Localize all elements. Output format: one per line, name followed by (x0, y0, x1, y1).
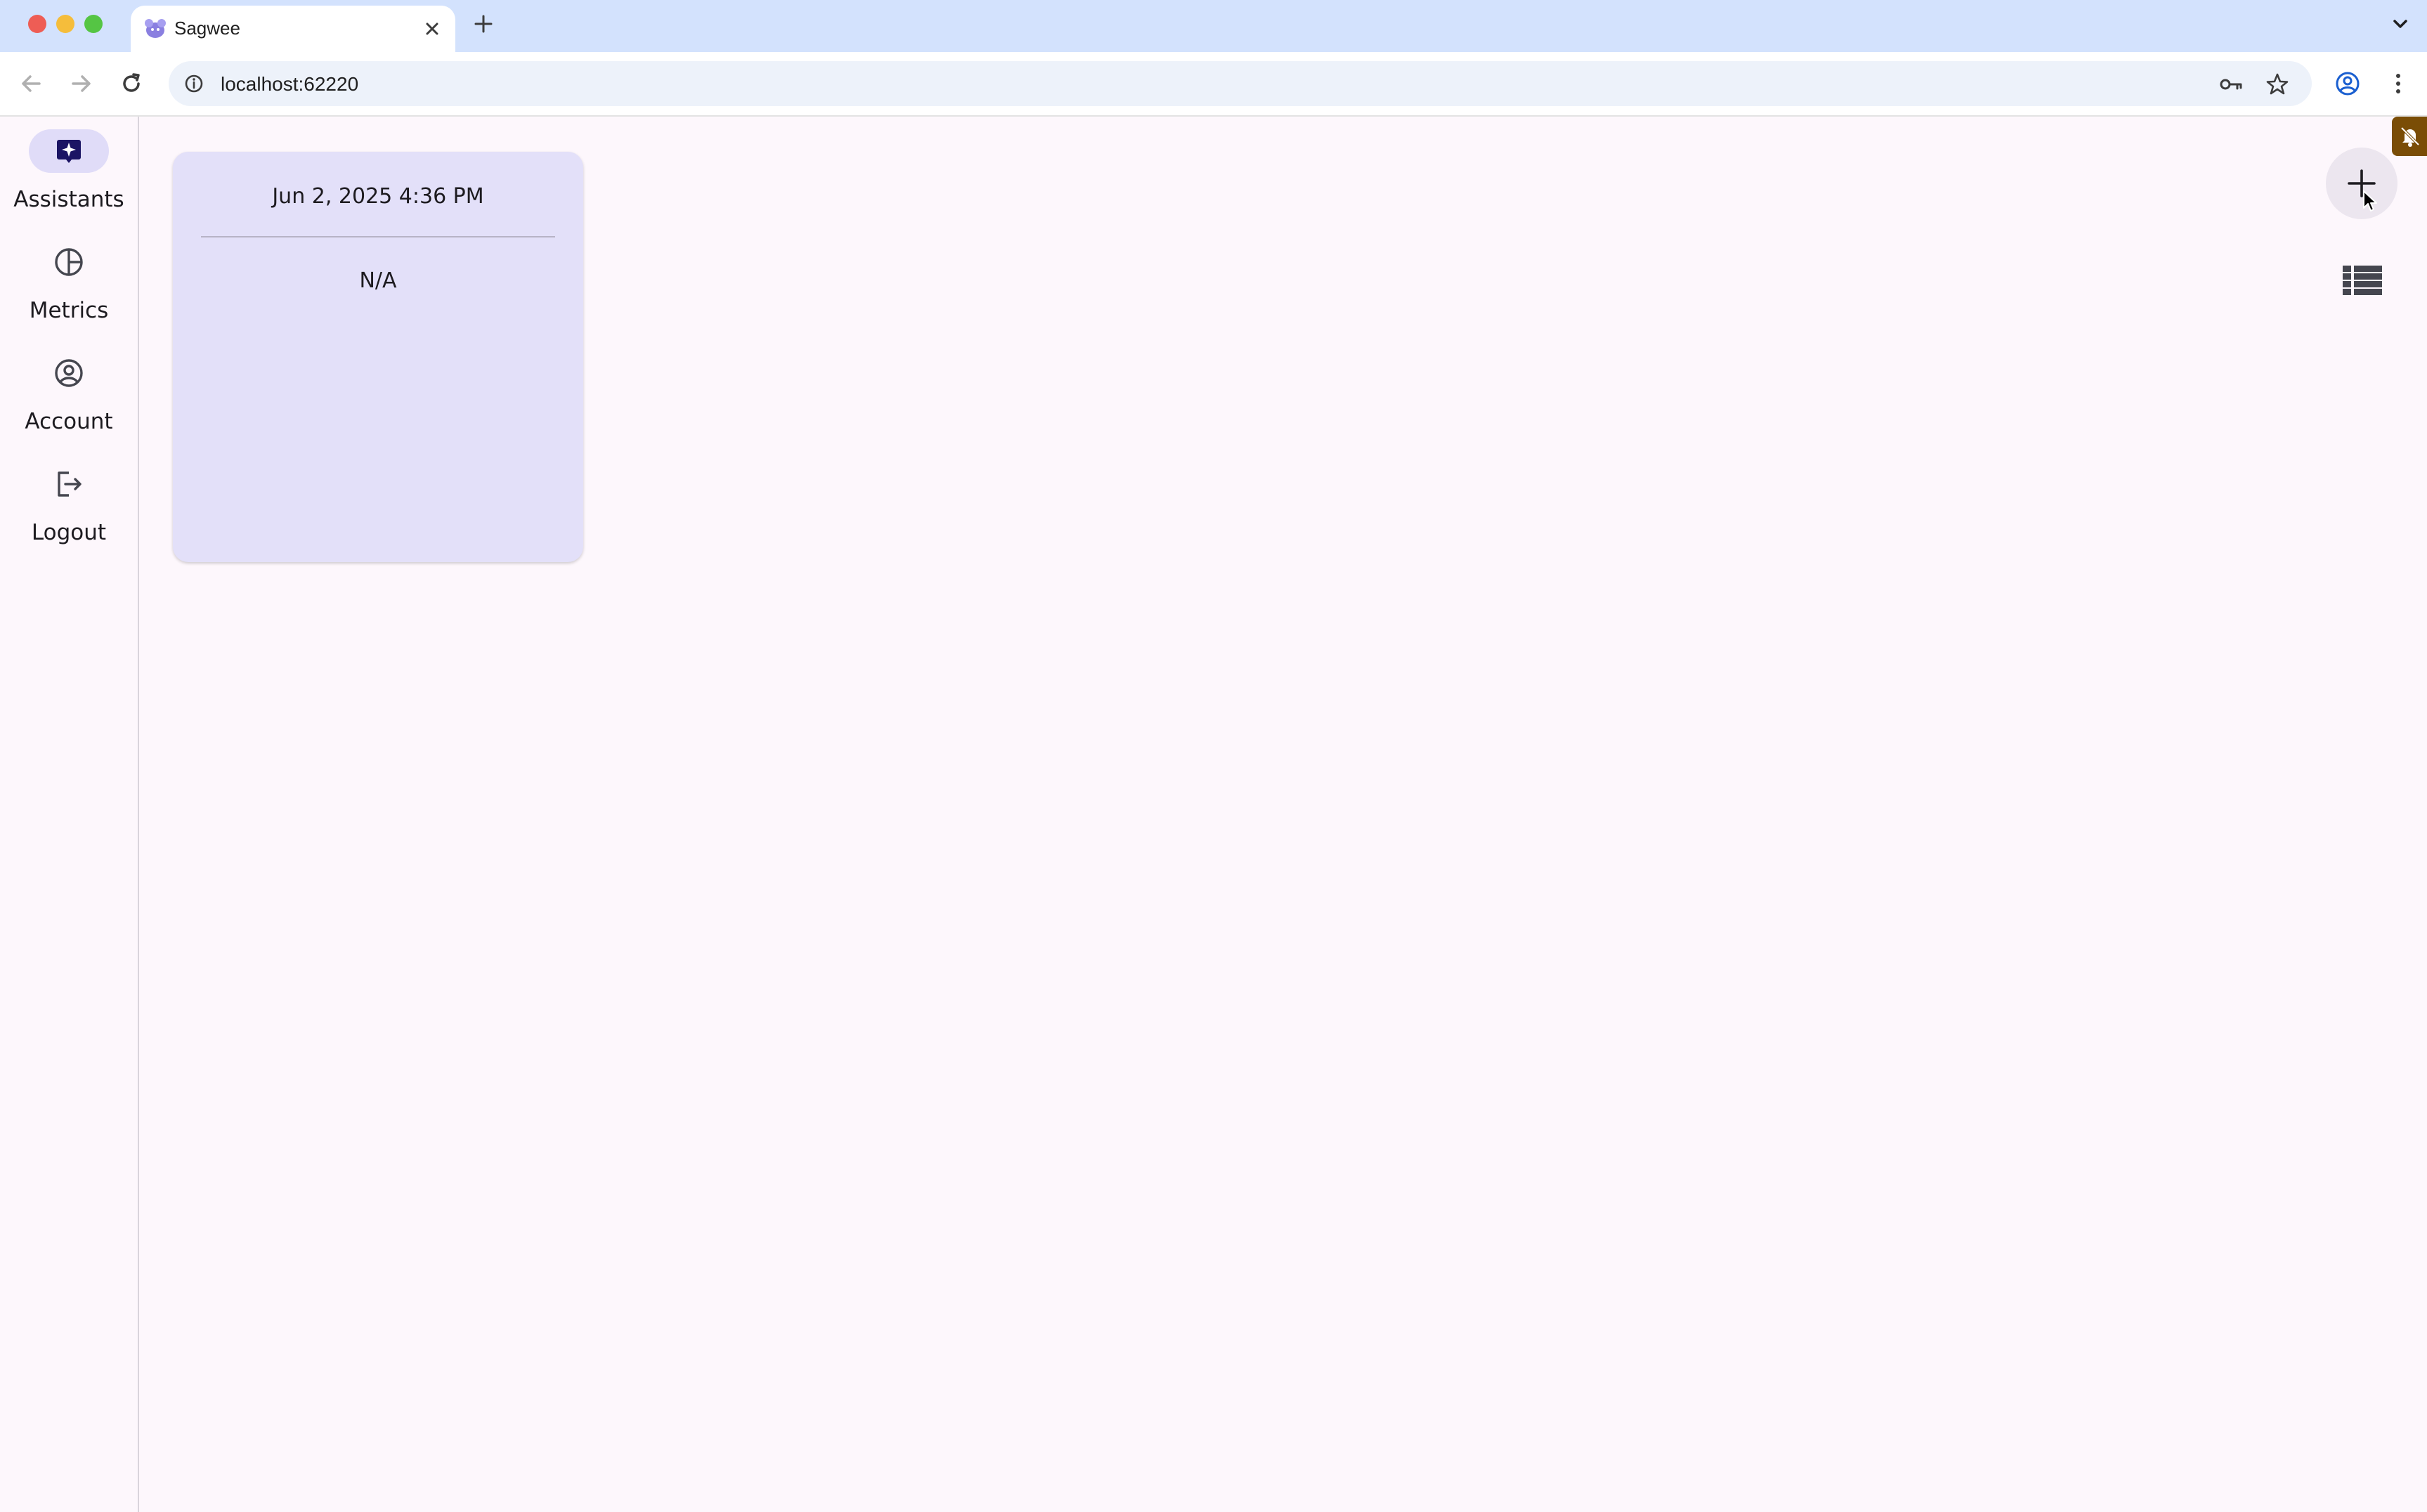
add-assistant-button[interactable] (2326, 148, 2397, 219)
nav-item-assistants[interactable]: Assistants (0, 117, 138, 222)
back-arrow-icon[interactable] (15, 67, 48, 100)
assistant-sparkle-icon (57, 140, 81, 163)
forward-arrow-icon[interactable] (65, 67, 97, 100)
tab-close-icon[interactable] (419, 15, 445, 42)
bell-off-icon (2400, 126, 2420, 147)
bookmark-star-icon[interactable] (2263, 70, 2292, 99)
nav-indicator (29, 462, 109, 506)
profile-icon[interactable] (2331, 67, 2364, 100)
nav-active-indicator (29, 129, 109, 173)
url-text[interactable]: localhost:62220 (221, 73, 358, 96)
card-date: Jun 2, 2025 4:36 PM (272, 184, 484, 209)
nav-label-metrics: Metrics (29, 298, 109, 323)
tab-title: Sagwee (174, 18, 240, 39)
sagwee-favicon-icon (145, 19, 166, 38)
window-maximize-button[interactable] (84, 15, 103, 33)
nav-label-assistants: Assistants (13, 187, 124, 212)
navigation-rail: Assistants Metrics Account Logout (0, 117, 139, 1512)
browser-tab-strip: Sagwee (0, 0, 2427, 52)
assistant-card[interactable]: Jun 2, 2025 4:36 PM N/A (173, 152, 583, 562)
nav-item-logout[interactable]: Logout (0, 450, 138, 555)
card-value: N/A (359, 268, 397, 293)
reload-icon[interactable] (115, 67, 148, 100)
window-close-button[interactable] (28, 15, 46, 33)
site-info-icon[interactable] (181, 71, 207, 96)
address-bar[interactable]: localhost:62220 (169, 61, 2312, 106)
window-minimize-button[interactable] (56, 15, 74, 33)
mouse-cursor-icon (2363, 190, 2377, 211)
tab-search-chevron-icon[interactable] (2385, 8, 2416, 39)
browser-menu-icon[interactable] (2382, 67, 2414, 100)
pie-chart-icon (55, 248, 83, 276)
notifications-muted-badge[interactable] (2392, 117, 2427, 156)
list-view-icon[interactable] (2343, 264, 2382, 296)
nav-indicator (29, 351, 109, 395)
browser-toolbar: localhost:62220 (0, 52, 2427, 117)
app-root: Assistants Metrics Account Logout Jun 2,… (0, 117, 2427, 1512)
browser-tab-active[interactable]: Sagwee (131, 6, 455, 52)
password-key-icon[interactable] (2216, 70, 2246, 99)
nav-item-account[interactable]: Account (0, 339, 138, 444)
logout-icon (58, 471, 82, 497)
nav-item-metrics[interactable]: Metrics (0, 228, 138, 333)
new-tab-icon[interactable] (469, 10, 497, 38)
nav-label-account: Account (25, 409, 113, 434)
card-divider (201, 236, 555, 237)
nav-label-logout: Logout (31, 520, 107, 545)
nav-indicator (29, 240, 109, 284)
account-circle-icon (55, 359, 83, 387)
